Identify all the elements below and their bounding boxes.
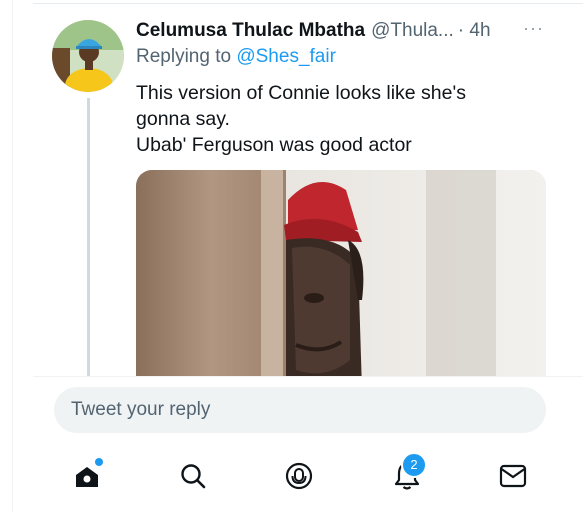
reply-input[interactable] [54, 387, 546, 433]
tweet-header: Celumusa Thulac Mbatha @Thula... · 4h [136, 18, 491, 44]
avatar[interactable] [52, 20, 124, 92]
tab-spaces[interactable] [279, 456, 319, 496]
tweet-text-line: gonna say. [136, 108, 230, 130]
notification-count-badge: 2 [401, 452, 427, 478]
author-handle[interactable]: @Thula... [371, 20, 454, 42]
tweet-media-image[interactable] [136, 170, 546, 376]
home-icon [76, 467, 98, 487]
mail-icon [499, 464, 527, 488]
search-icon [181, 464, 206, 489]
media-photo [136, 170, 546, 376]
thread-line [87, 98, 90, 376]
avatar-image [52, 20, 124, 92]
home-unread-dot [95, 458, 103, 466]
tweet-time[interactable]: · 4h [458, 20, 491, 42]
bottom-tab-bar: 2 [33, 446, 583, 512]
spaces-icon [285, 462, 313, 490]
more-options-icon[interactable]: ··· [523, 18, 544, 39]
tweet-text: This version of Connie looks like she's … [136, 80, 556, 158]
replying-mention[interactable]: @Shes_fair [236, 46, 336, 67]
tab-notifications[interactable]: 2 [387, 452, 427, 496]
tab-home[interactable] [67, 456, 107, 496]
tab-messages[interactable] [493, 456, 533, 496]
tweet-text-line: Ubab' Ferguson was good actor [136, 134, 412, 156]
tweet[interactable]: Celumusa Thulac Mbatha @Thula... · 4h ··… [0, 0, 583, 376]
replying-prefix: Replying to [136, 46, 232, 67]
tab-search[interactable] [173, 456, 213, 496]
tweet-text-line: This version of Connie looks like she's [136, 82, 466, 104]
replying-to: Replying to @Shes_fair [136, 46, 336, 68]
author-name[interactable]: Celumusa Thulac Mbatha [136, 20, 365, 42]
